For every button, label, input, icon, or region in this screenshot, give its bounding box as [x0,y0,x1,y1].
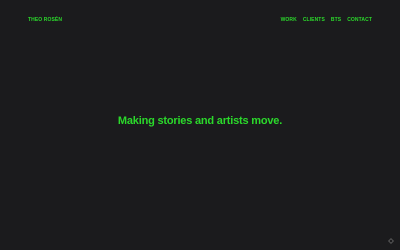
nav-link-work[interactable]: WORK [281,17,297,23]
nav-link-bts[interactable]: BTS [331,17,341,23]
main-nav: WORK CLIENTS BTS CONTACT [281,17,372,23]
nav-link-contact[interactable]: CONTACT [347,17,372,23]
site-logo[interactable]: THEO ROSÉN [28,17,62,23]
nav-link-clients[interactable]: CLIENTS [303,17,325,23]
hero-headline: Making stories and artists move. [117,115,283,127]
diamond-icon[interactable] [388,238,394,244]
